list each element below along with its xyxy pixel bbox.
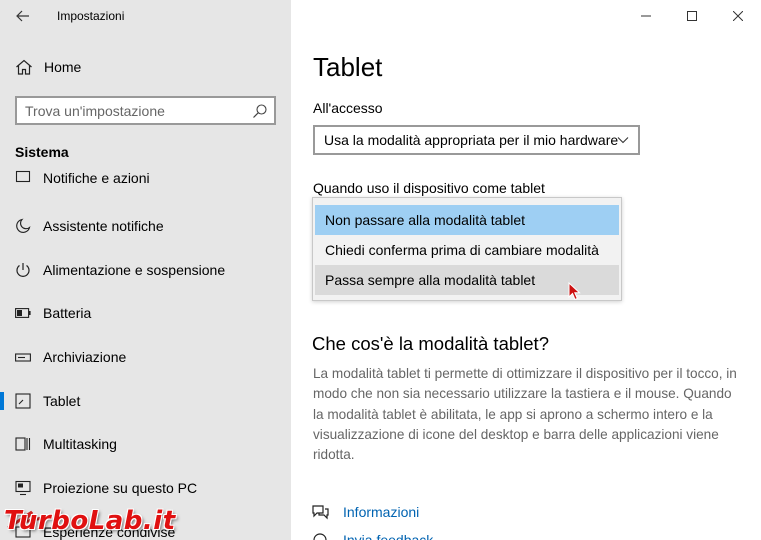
power-icon [13, 260, 33, 280]
battery-icon [13, 303, 33, 323]
access-label: All'accesso [313, 100, 383, 116]
close-button[interactable] [715, 0, 761, 32]
feedback-icon [313, 533, 327, 540]
home-label: Home [44, 59, 82, 75]
sidebar-item-home[interactable]: Home [0, 52, 291, 82]
multitasking-icon [13, 434, 33, 454]
sidebar-item-archiviazione[interactable]: Archiviazione [0, 335, 291, 379]
notifications-icon [13, 168, 33, 188]
sidebar-item-tablet[interactable]: Tablet [0, 379, 291, 423]
minimize-icon [641, 15, 651, 17]
link-informazioni[interactable]: Informazioni [311, 500, 419, 524]
back-button[interactable] [10, 4, 36, 28]
tablet-use-label: Quando uso il dispositivo come tablet [313, 180, 545, 196]
maximize-button[interactable] [669, 0, 715, 32]
mouse-cursor-icon [568, 282, 581, 301]
access-mode-value: Usa la modalità appropriata per il mio h… [324, 132, 619, 148]
page-title: Tablet [313, 52, 383, 82]
sidebar: Impostazioni Home Sistema Notifiche e az… [0, 0, 291, 540]
back-arrow-icon [16, 10, 29, 22]
titlebar-left: Impostazioni [0, 0, 291, 32]
sidebar-item-multitasking[interactable]: Multitasking [0, 422, 291, 466]
link-invia-feedback[interactable]: Invia feedback [311, 528, 433, 540]
close-icon [733, 11, 743, 21]
chevron-down-icon [617, 137, 629, 144]
maximize-icon [687, 11, 697, 21]
app-title: Impostazioni [57, 9, 125, 23]
minimize-button[interactable] [623, 0, 669, 32]
sidebar-item-alimentazione[interactable]: Alimentazione e sospensione [0, 248, 291, 292]
search-input[interactable] [17, 102, 242, 119]
sidebar-item-notifiche[interactable]: Notifiche e azioni [0, 168, 291, 204]
watermark-text: TurboLab.it [4, 506, 176, 536]
search-icon[interactable] [252, 103, 268, 119]
active-indicator [0, 391, 4, 410]
access-mode-dropdown[interactable]: Usa la modalità appropriata per il mio h… [313, 125, 640, 155]
search-box[interactable] [15, 96, 276, 125]
moon-icon [13, 216, 33, 236]
help-chat-icon [312, 505, 329, 520]
tablet-icon [13, 391, 33, 411]
home-icon [14, 59, 34, 75]
option-never-switch[interactable]: Non passare alla modalità tablet [315, 205, 619, 235]
section-title: Sistema [15, 144, 69, 160]
sidebar-item-batteria[interactable]: Batteria [0, 291, 291, 335]
window-controls [623, 0, 761, 32]
option-ask-before[interactable]: Chiedi conferma prima di cambiare modali… [315, 235, 619, 265]
projection-icon [13, 478, 33, 498]
tablet-mode-description: La modalità tablet ti permette di ottimi… [313, 366, 737, 463]
sidebar-nav: Notifiche e azioni Assistente notifiche … [0, 168, 291, 540]
what-is-tablet-mode-heading: Che cos'è la modalità tablet? [312, 333, 549, 354]
sidebar-item-assistente[interactable]: Assistente notifiche [0, 204, 291, 248]
main-content: Tablet All'accesso Usa la modalità appro… [291, 0, 761, 540]
storage-icon [13, 347, 33, 367]
